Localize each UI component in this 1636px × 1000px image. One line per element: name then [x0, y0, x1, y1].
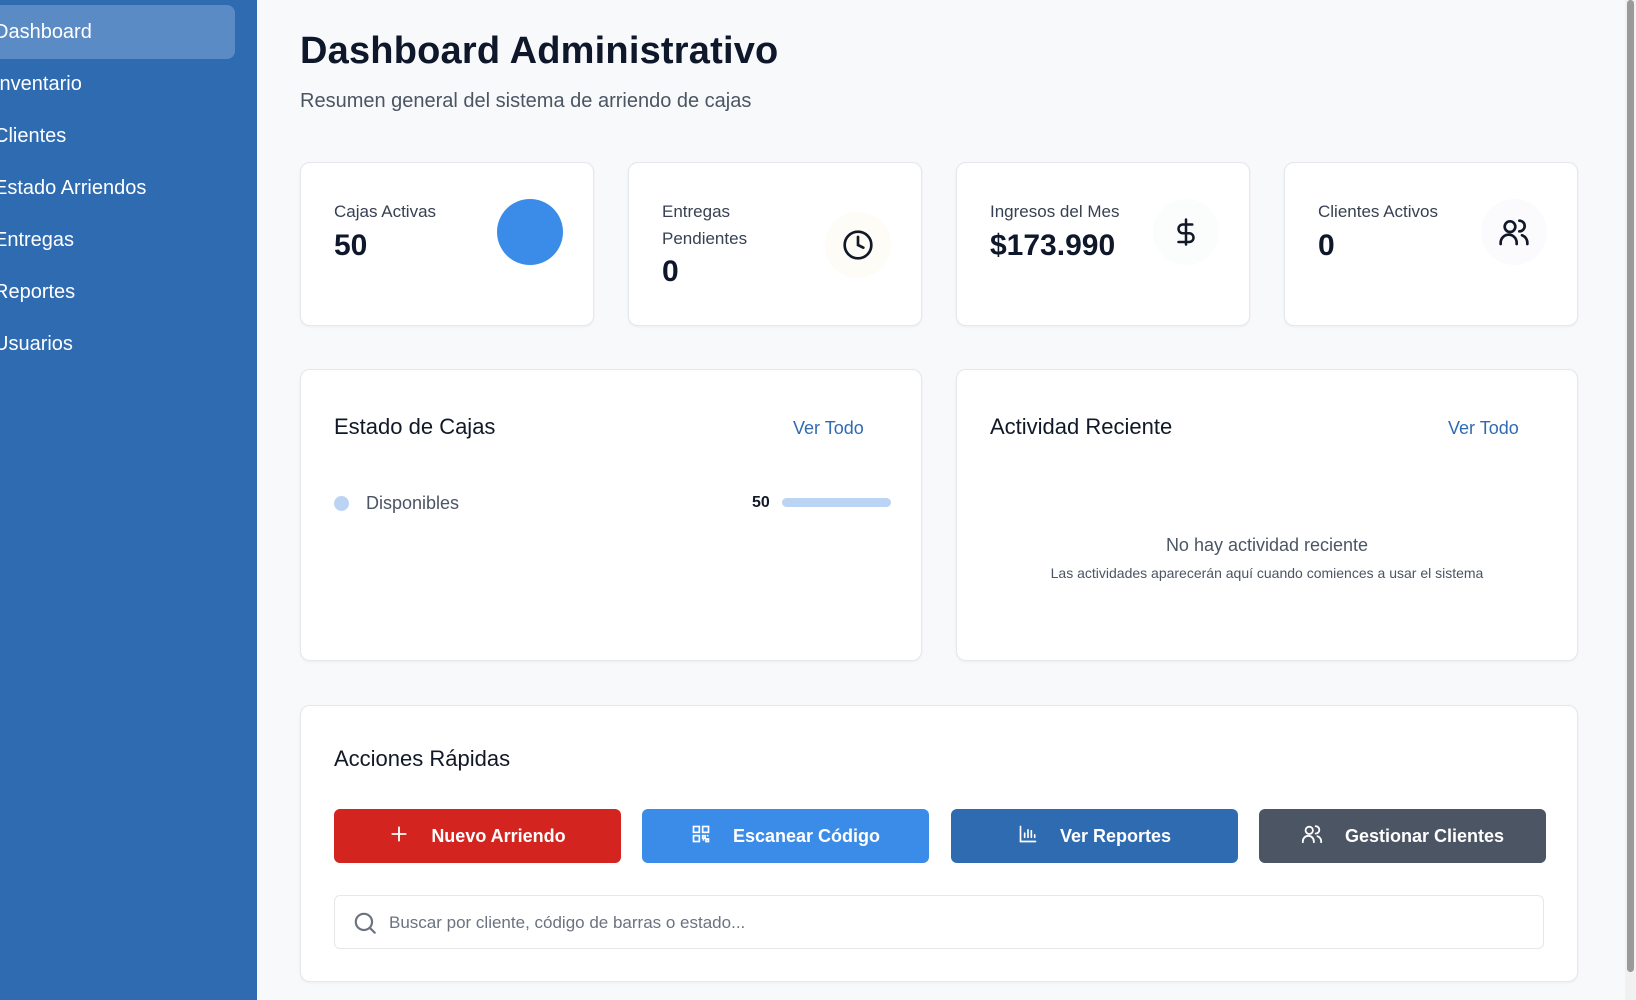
sidebar-item-usuarios[interactable]: Usuarios [0, 317, 235, 371]
acciones-rapidas-card: Acciones Rápidas Nuevo Arriendo Escanear… [300, 705, 1578, 982]
empty-state-subtitle: Las actividades aparecerán aquí cuando c… [1050, 565, 1484, 581]
scrollbar[interactable] [1625, 0, 1636, 1000]
scrollbar-thumb[interactable] [1627, 0, 1634, 972]
actividad-reciente-card: Actividad Reciente Ver Todo No hay activ… [956, 369, 1578, 661]
section-title: Estado de Cajas [334, 414, 496, 439]
bar-chart-icon [1018, 824, 1038, 849]
page-subtitle: Resumen general del sistema de arriendo … [300, 90, 752, 112]
qr-code-icon [691, 824, 711, 849]
status-dot [334, 496, 349, 511]
search-input[interactable] [389, 908, 1519, 938]
sidebar-item-inventario[interactable]: Inventario [0, 57, 235, 111]
legend-count: 50 [752, 494, 770, 511]
main-content: Dashboard Administrativo Resumen general… [257, 0, 1636, 1000]
clock-icon [825, 212, 891, 278]
nuevo-arriendo-button[interactable]: Nuevo Arriendo [334, 809, 621, 863]
escanear-codigo-button[interactable]: Escanear Código [642, 809, 929, 863]
users-icon [1481, 199, 1547, 265]
stat-label: Ingresos del Mes [990, 202, 1120, 221]
stat-card-cajas-activas: Cajas Activas 50 [300, 162, 594, 326]
stat-card-clientes-activos: Clientes Activos 0 [1284, 162, 1578, 326]
progress-bar [782, 498, 891, 507]
stat-value: 0 [662, 255, 679, 288]
stat-value: 50 [334, 229, 368, 262]
section-title: Actividad Reciente [990, 414, 1173, 439]
stat-card-entregas-pendientes: Entregas Pendientes 0 [628, 162, 922, 326]
ver-todo-link[interactable]: Ver Todo [793, 418, 864, 439]
stat-card-ingresos-del-mes: Ingresos del Mes $173.990 [956, 162, 1250, 326]
search-icon [352, 910, 378, 941]
empty-state-title: No hay actividad reciente [1165, 535, 1369, 555]
sidebar: Dashboard Inventario Clientes Estado Arr… [0, 0, 257, 1000]
stat-label: Clientes Activos [1318, 202, 1438, 221]
plus-icon [389, 824, 409, 849]
stat-label: Cajas Activas [334, 202, 437, 221]
sidebar-item-dashboard[interactable]: Dashboard [0, 5, 235, 59]
button-label: Nuevo Arriendo [431, 825, 566, 846]
sidebar-item-estado-arriendos[interactable]: Estado Arriendos [0, 161, 235, 215]
circle-icon [497, 199, 563, 265]
stat-value: 0 [1318, 229, 1335, 262]
ver-reportes-button[interactable]: Ver Reportes [951, 809, 1238, 863]
estado-cajas-card: Estado de Cajas Ver Todo Disponibles 50 [300, 369, 922, 661]
stat-value: $173.990 [990, 229, 1116, 262]
page-title: Dashboard Administrativo [300, 30, 779, 72]
button-label: Gestionar Clientes [1344, 825, 1505, 846]
sidebar-item-reportes[interactable]: Reportes [0, 265, 235, 319]
sidebar-item-clientes[interactable]: Clientes [0, 109, 235, 163]
users-icon [1301, 823, 1323, 850]
button-label: Ver Reportes [1059, 825, 1172, 846]
button-label: Escanear Código [732, 825, 881, 846]
dollar-icon [1153, 199, 1219, 265]
stat-label: Entregas Pendientes [662, 202, 748, 248]
legend-label: Disponibles [366, 493, 460, 513]
progress-fill [782, 498, 891, 507]
search-box [334, 895, 1544, 949]
ver-todo-link[interactable]: Ver Todo [1448, 418, 1519, 439]
sidebar-item-entregas[interactable]: Entregas [0, 213, 235, 267]
section-title: Acciones Rápidas [334, 746, 511, 771]
gestionar-clientes-button[interactable]: Gestionar Clientes [1259, 809, 1546, 863]
